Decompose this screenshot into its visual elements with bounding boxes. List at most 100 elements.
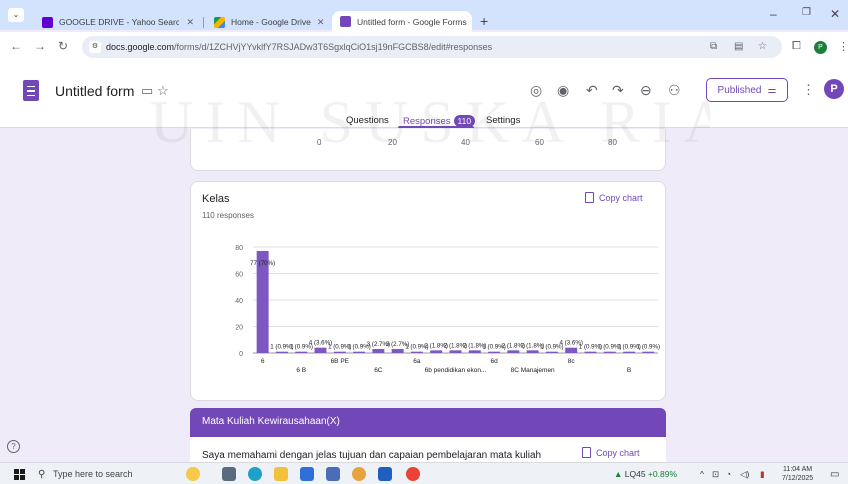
reader-icon[interactable]: ▤ [734, 41, 743, 52]
x-category-label: 6 B [296, 367, 306, 374]
copy-chart-button[interactable]: Copy chart [582, 447, 640, 458]
help-icon[interactable]: ? [7, 440, 20, 453]
more-options-icon[interactable]: ⋮ [802, 82, 815, 98]
google-forms-icon [340, 16, 351, 27]
copy-chart-button[interactable]: Copy chart [585, 192, 643, 203]
section-header: Mata Kuliah Kewirausahaan(X) [190, 408, 666, 437]
close-icon[interactable]: ✕ [311, 17, 325, 28]
undo-icon[interactable]: ↶ [586, 82, 598, 99]
task-view-icon[interactable] [222, 467, 236, 481]
star-icon[interactable]: ☆ [157, 83, 169, 99]
copy-chart-label: Copy chart [596, 447, 640, 458]
tab-questions[interactable]: Questions [346, 115, 389, 126]
bar-value-label: 77 (70%) [250, 260, 275, 267]
word-icon[interactable] [378, 467, 392, 481]
x-category-label: 6a [413, 358, 421, 365]
forward-icon[interactable]: → [34, 39, 46, 53]
form-title[interactable]: Untitled form [55, 83, 134, 99]
bar [275, 351, 288, 353]
windows-start-icon[interactable] [14, 469, 25, 480]
link-icon[interactable]: ⊖ [640, 82, 652, 99]
bookmark-star-icon[interactable]: ☆ [758, 41, 767, 52]
account-avatar[interactable]: P [824, 79, 844, 99]
x-category-label: 6d [490, 358, 498, 365]
next-question-card: Saya memahami dengan jelas tujuan dan ca… [190, 437, 666, 462]
stock-name: LQ45 [624, 469, 646, 479]
folder-icon[interactable]: ▭ [141, 83, 153, 99]
wifi-icon[interactable]: ◔ [726, 469, 731, 479]
forms-header: Untitled form ▭ ☆ ◎ ◉ ↶ ↷ ⊖ ⚇ Published … [0, 62, 848, 128]
bar [488, 351, 501, 353]
browser-tab-forms[interactable]: Untitled form - Google Forms ✕ [332, 11, 472, 32]
bar [545, 351, 558, 353]
show-hidden-icons-icon[interactable]: ^ [700, 469, 704, 479]
google-drive-icon [214, 16, 225, 28]
customize-theme-icon[interactable]: ◎ [530, 82, 542, 99]
network-icon[interactable]: ⊡ [712, 469, 719, 480]
battery-icon[interactable]: ▮ [760, 469, 765, 480]
bar [430, 350, 443, 353]
close-icon[interactable]: ✕ [467, 16, 472, 27]
axis-tick: 80 [608, 138, 617, 147]
browser-tab-strip: ⌄ GOOGLE DRIVE - Yahoo Search ✕ Home - G… [0, 0, 848, 32]
question-title: Saya memahami dengan jelas tujuan dan ca… [202, 450, 542, 461]
published-label: Published [717, 84, 762, 96]
bar [468, 350, 481, 353]
taskbar-search-input[interactable]: Type here to search [36, 467, 176, 482]
previous-chart-card: 0 20 40 60 80 [190, 129, 666, 171]
app-icon[interactable] [326, 467, 340, 481]
file-explorer-icon[interactable] [274, 467, 288, 481]
app-icon[interactable] [352, 467, 366, 481]
close-window-icon[interactable]: ✕ [830, 7, 840, 21]
yahoo-icon [42, 16, 53, 28]
browser-menu-icon[interactable]: ⋮ [838, 40, 848, 53]
axis-tick: 60 [535, 138, 544, 147]
x-category-label: B [627, 367, 631, 374]
store-icon[interactable] [300, 467, 314, 481]
restore-icon[interactable]: ❐ [802, 7, 811, 18]
published-button[interactable]: Published ⚌ [706, 78, 788, 102]
extensions-icon[interactable]: ⧠ [792, 40, 801, 53]
axis-tick: 0 [317, 138, 322, 147]
chrome-icon[interactable] [406, 467, 420, 481]
close-icon[interactable]: ✕ [180, 17, 194, 28]
y-tick-label: 20 [235, 325, 243, 332]
section-title: Mata Kuliah Kewirausahaan(X) [202, 416, 340, 427]
add-collaborators-icon[interactable]: ⚇ [668, 82, 681, 99]
response-count: 110 responses [202, 211, 254, 220]
reload-icon[interactable]: ↻ [58, 39, 68, 53]
google-forms-logo-icon[interactable] [23, 80, 39, 101]
site-info-icon[interactable]: ⚙ [89, 41, 101, 53]
stock-widget[interactable]: ▲ LQ45 +0.89% [614, 469, 677, 479]
responses-content[interactable]: 0 20 40 60 80 Kelas 110 responses Copy c… [0, 129, 848, 462]
notifications-icon[interactable]: ▭ [830, 469, 839, 480]
bar [584, 351, 597, 353]
publish-settings-icon: ⚌ [767, 84, 777, 96]
windows-taskbar: Type here to search ▲ LQ45 +0.89% ^ ⊡ ◔ … [0, 462, 848, 484]
address-bar[interactable]: ⚙ docs.google.com/forms/d/1ZCHVjYYvklfY7… [82, 36, 782, 58]
tab-search-icon[interactable]: ⌄ [8, 8, 24, 22]
url-text: docs.google.com/forms/d/1ZCHVjYYvklfY7RS… [106, 42, 493, 52]
tab-settings[interactable]: Settings [486, 115, 520, 126]
question-title: Kelas [202, 193, 230, 205]
weather-widget-icon[interactable] [186, 467, 200, 481]
tab-label: GOOGLE DRIVE - Yahoo Search [59, 17, 179, 27]
bar [353, 351, 366, 353]
minimize-icon[interactable]: – [770, 7, 777, 21]
translate-icon[interactable]: ⧉ [710, 41, 717, 52]
y-tick-label: 80 [235, 245, 243, 252]
new-tab-button[interactable]: + [480, 13, 488, 29]
x-category-label: 6b pendidikan ekon... [425, 367, 487, 374]
browser-tab-yahoo[interactable]: GOOGLE DRIVE - Yahoo Search ✕ [34, 12, 202, 32]
preview-eye-icon[interactable]: ◉ [557, 82, 569, 99]
edge-browser-icon[interactable] [248, 467, 262, 481]
browser-tab-drive[interactable]: Home - Google Drive ✕ [206, 12, 330, 32]
redo-icon[interactable]: ↷ [612, 82, 624, 99]
back-icon[interactable]: ← [10, 39, 22, 53]
clock[interactable]: 11:04 AM 7/12/2025 [782, 465, 813, 483]
volume-icon[interactable]: ◁) [740, 469, 749, 480]
bar [642, 351, 655, 353]
x-category-label: 6 [261, 358, 265, 365]
axis-tick: 40 [461, 138, 470, 147]
browser-profile-avatar[interactable]: P [814, 41, 827, 54]
